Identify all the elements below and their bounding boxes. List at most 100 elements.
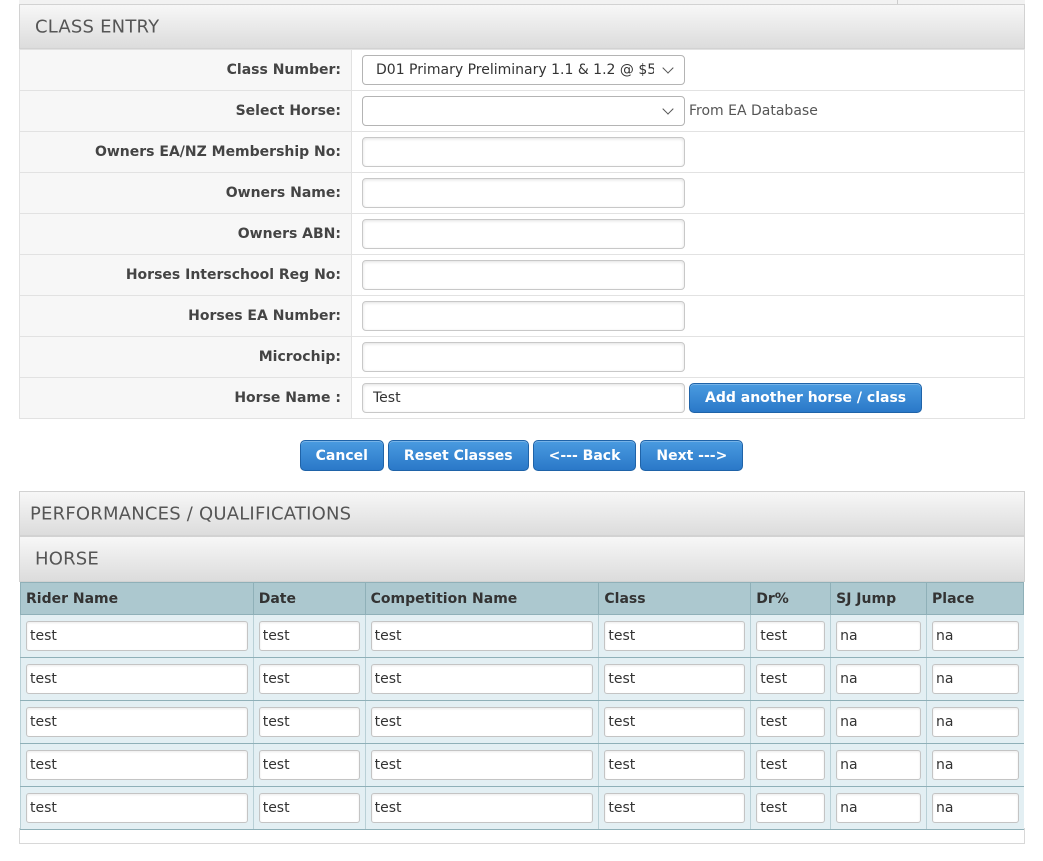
form-row-class-number: Class Number: D01 Primary Preliminary 1.…: [19, 49, 1025, 91]
table-cell-input[interactable]: test: [756, 664, 826, 694]
owners-membership-input[interactable]: [362, 137, 685, 167]
table-cell: test: [750, 743, 831, 787]
performances-header-row: Rider Name Date Competition Name Class Dr% SJ…: [20, 582, 1024, 615]
table-cell: test: [252, 786, 366, 830]
table-cell-input[interactable]: test: [604, 621, 746, 651]
table-cell-input[interactable]: test: [370, 750, 594, 780]
table-cell-input[interactable]: test: [258, 707, 360, 737]
table-cell: na: [830, 614, 927, 658]
column-header: Dr%: [750, 582, 832, 615]
table-cell-input[interactable]: test: [26, 750, 248, 780]
table-cell: test: [252, 614, 366, 658]
table-cell-input[interactable]: na: [836, 707, 922, 737]
class-number-value: D01 Primary Preliminary 1.1 & 1.2 @ $55.…: [376, 62, 654, 78]
table-cell-input[interactable]: test: [756, 621, 826, 651]
table-cell: na: [926, 786, 1024, 830]
table-cell-input[interactable]: na: [932, 793, 1019, 823]
column-header: Class: [598, 582, 752, 615]
panel-border-right: [1024, 828, 1025, 844]
chevron-down-icon: [662, 103, 674, 115]
owners-abn-label: Owners ABN:: [19, 213, 352, 255]
table-cell-input[interactable]: test: [258, 750, 360, 780]
microchip-input[interactable]: [362, 342, 685, 372]
table-cell: test: [20, 743, 254, 787]
table-cell: test: [598, 614, 751, 658]
horse-subheader-title: HORSE: [35, 548, 100, 570]
chevron-down-icon: [662, 62, 674, 74]
back-button[interactable]: <--- Back: [532, 440, 637, 471]
interschool-reg-input[interactable]: [362, 260, 685, 290]
table-cell-input[interactable]: test: [26, 621, 248, 651]
owners-name-label: Owners Name:: [19, 172, 352, 214]
column-header: SJ Jump: [830, 582, 928, 615]
form-row-owners-membership: Owners EA/NZ Membership No:: [19, 131, 1025, 173]
cancel-button[interactable]: Cancel: [299, 440, 384, 471]
performances-title: PERFORMANCES / QUALIFICATIONS: [30, 503, 352, 524]
table-cell: test: [252, 743, 366, 787]
owners-name-input[interactable]: [362, 178, 685, 208]
table-cell-input[interactable]: na: [836, 621, 922, 651]
table-cell: test: [252, 657, 366, 701]
horse-subheader: HORSE: [19, 536, 1025, 582]
table-cell-input[interactable]: test: [756, 707, 826, 737]
table-cell-input[interactable]: na: [836, 664, 922, 694]
table-cell-input[interactable]: test: [604, 664, 746, 694]
table-cell-input[interactable]: test: [26, 793, 248, 823]
table-row: test test test test test na na: [20, 657, 1024, 701]
table-cell: test: [598, 657, 751, 701]
table-cell: test: [598, 786, 751, 830]
column-header: Competition Name: [364, 582, 600, 615]
table-cell: na: [830, 700, 927, 744]
table-cell-input[interactable]: na: [836, 793, 922, 823]
table-cell-input[interactable]: na: [836, 750, 922, 780]
add-horse-class-button[interactable]: Add another horse / class: [689, 383, 923, 413]
ea-number-label: Horses EA Number:: [19, 295, 352, 337]
table-cell-input[interactable]: test: [604, 707, 746, 737]
class-entry-title: CLASS ENTRY: [35, 16, 160, 37]
reset-classes-button[interactable]: Reset Classes: [387, 440, 529, 471]
column-header: Date: [252, 582, 366, 615]
form-row-select-horse: Select Horse: From EA Database: [19, 90, 1025, 132]
table-cell-input[interactable]: test: [370, 664, 594, 694]
class-number-select[interactable]: D01 Primary Preliminary 1.1 & 1.2 @ $55.…: [362, 55, 685, 85]
table-cell: test: [598, 700, 751, 744]
table-cell-input[interactable]: test: [370, 621, 594, 651]
table-cell-input[interactable]: na: [932, 664, 1019, 694]
table-row: test test test test test na na: [20, 786, 1024, 830]
table-cell-input[interactable]: na: [932, 621, 1019, 651]
table-cell-input[interactable]: test: [756, 793, 826, 823]
ea-number-input[interactable]: [362, 301, 685, 331]
table-cell-input[interactable]: test: [604, 750, 746, 780]
performances-body: test test test test test na na test test test test…: [20, 614, 1024, 830]
next-button[interactable]: Next --->: [640, 440, 744, 471]
owners-abn-input[interactable]: [362, 219, 685, 249]
table-cell-input[interactable]: test: [258, 793, 360, 823]
form-row-horse-name: Horse Name : Add another horse / class: [19, 377, 1025, 419]
form-row-owners-name: Owners Name:: [19, 172, 1025, 214]
table-cell-input[interactable]: na: [932, 750, 1019, 780]
table-row: test test test test test na na: [20, 614, 1024, 658]
column-header: Rider Name: [20, 582, 254, 615]
form-row-microchip: Microchip:: [19, 336, 1025, 378]
table-cell-input[interactable]: na: [932, 707, 1019, 737]
table-cell: test: [364, 786, 599, 830]
form-row-interschool-reg: Horses Interschool Reg No:: [19, 254, 1025, 296]
table-cell-input[interactable]: test: [756, 750, 826, 780]
table-cell-input[interactable]: test: [604, 793, 746, 823]
table-cell-input[interactable]: test: [26, 664, 248, 694]
horse-name-label: Horse Name :: [19, 377, 352, 419]
table-cell-input[interactable]: test: [370, 793, 594, 823]
table-cell-input[interactable]: test: [26, 707, 248, 737]
table-cell: test: [750, 657, 831, 701]
horse-name-input[interactable]: [362, 383, 685, 413]
select-horse-note: From EA Database: [689, 103, 818, 119]
select-horse-select[interactable]: [362, 96, 685, 126]
table-cell: test: [364, 614, 599, 658]
table-cell-input[interactable]: test: [370, 707, 594, 737]
table-cell-input[interactable]: test: [258, 664, 360, 694]
table-row: test test test test test na na: [20, 743, 1024, 787]
table-cell-input[interactable]: test: [258, 621, 360, 651]
table-cell: test: [20, 614, 254, 658]
table-cell: test: [364, 657, 599, 701]
select-horse-label: Select Horse:: [19, 90, 352, 132]
